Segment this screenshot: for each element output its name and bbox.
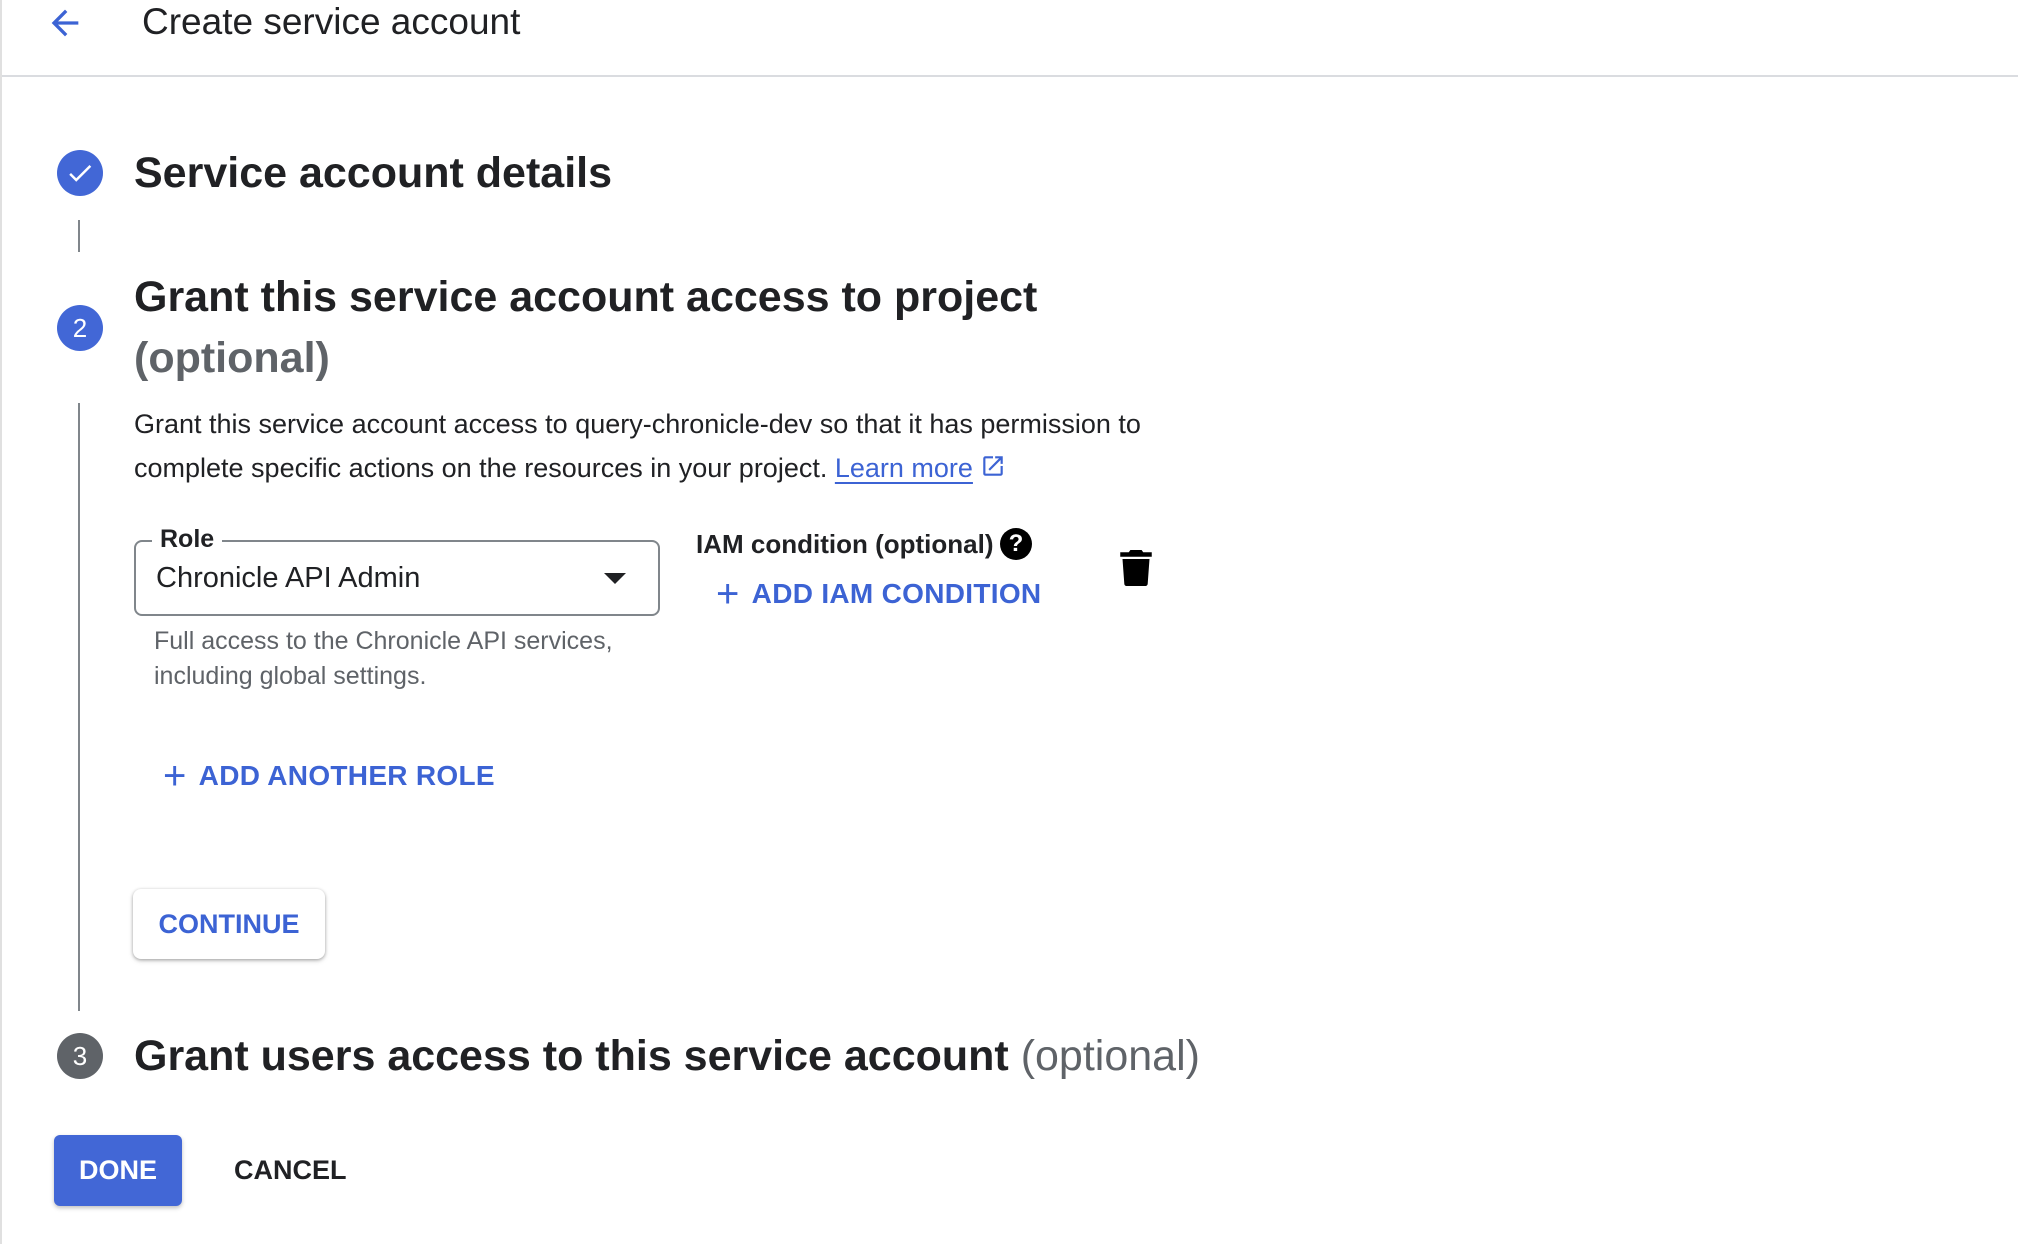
step-2-description: Grant this service account access to que…	[134, 402, 1234, 490]
page-header: Create service account	[2, 0, 2018, 77]
check-icon	[69, 165, 92, 182]
left-border	[0, 0, 2, 1244]
open-in-new-icon	[983, 456, 1004, 476]
back-button[interactable]	[40, 0, 90, 46]
step-connector	[78, 220, 80, 252]
step-2-title: Grant this service account access to pro…	[134, 273, 1038, 321]
role-select[interactable]: Role Chronicle API Admin	[134, 524, 660, 616]
step-1-title[interactable]: Service account details	[134, 143, 612, 203]
trash-icon	[1120, 550, 1152, 586]
iam-condition-label: IAM condition (optional)	[696, 529, 994, 559]
page-title: Create service account	[142, 1, 521, 42]
continue-button[interactable]: CONTINUE	[133, 889, 325, 959]
step-3-number: 3	[72, 1040, 88, 1071]
step-2-number-icon: 2	[57, 305, 103, 351]
step-3-title-text: Grant users access to this service accou…	[134, 1032, 1009, 1080]
add-another-role-button[interactable]: + ADD ANOTHER ROLE	[163, 756, 495, 796]
done-button[interactable]: DONE	[54, 1135, 182, 1206]
role-value: Chronicle API Admin	[156, 562, 421, 594]
step-2-optional: (optional)	[134, 334, 330, 382]
role-label: Role	[152, 524, 223, 554]
step-2-number: 2	[72, 312, 88, 343]
step-2-connector	[78, 403, 80, 1011]
add-another-role-label: ADD ANOTHER ROLE	[198, 760, 495, 791]
step-3-number-icon: 3	[57, 1033, 103, 1079]
dropdown-arrow-icon	[604, 573, 626, 584]
plus-icon: +	[716, 572, 740, 616]
role-hint: Full access to the Chronicle API service…	[154, 627, 613, 690]
step-3-title[interactable]: Grant users access to this service accou…	[134, 1026, 1200, 1086]
add-iam-condition-button[interactable]: + ADD IAM CONDITION	[716, 574, 1041, 614]
delete-role-button[interactable]	[1120, 550, 1152, 586]
plus-icon: +	[163, 754, 187, 798]
cancel-button[interactable]: CANCEL	[220, 1135, 361, 1206]
arrow-back-icon	[51, 9, 79, 37]
step-1-complete-icon	[57, 150, 103, 196]
help-icon[interactable]: ?	[1000, 528, 1032, 560]
step-3-optional: (optional)	[1020, 1032, 1200, 1080]
learn-more-link[interactable]: Learn more	[835, 453, 973, 483]
add-iam-condition-label: ADD IAM CONDITION	[751, 578, 1042, 609]
